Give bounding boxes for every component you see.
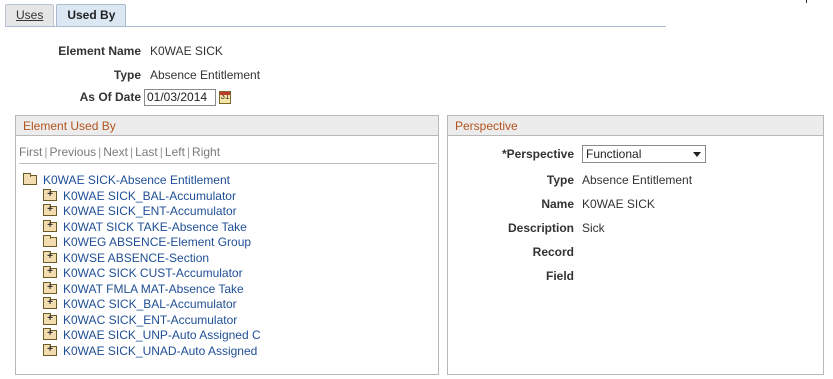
folder-plus-icon[interactable] [43, 265, 57, 278]
folder-plus-icon[interactable] [43, 203, 57, 216]
tree-root[interactable]: K0WAE SICK-Absence Entitlement [23, 172, 230, 187]
perspective-record-label: Record [532, 245, 574, 259]
nav-previous[interactable]: Previous [49, 145, 96, 159]
element-name-row: Element Name K0WAE SICK [0, 43, 223, 59]
nav-left[interactable]: Left [165, 145, 185, 159]
perspective-type-row: Type Absence Entitlement [448, 172, 692, 188]
folder-plus-icon[interactable] [43, 188, 57, 201]
perspective-name-value: K0WAE SICK [582, 197, 655, 211]
perspective-select[interactable]: Functional [582, 145, 706, 163]
chevron-down-icon [693, 152, 701, 157]
folder-open-icon [43, 234, 57, 247]
folder-plus-icon[interactable] [43, 312, 57, 325]
folder-plus-icon[interactable] [43, 281, 57, 294]
tree-child-link[interactable]: K0WAC SICK_ENT-Accumulator [63, 313, 237, 327]
tree-child-link[interactable]: K0WAC SICK_BAL-Accumulator [63, 297, 237, 311]
perspective-panel: Perspective *Perspective Functional Type… [447, 115, 824, 375]
perspective-description-label: Description [507, 221, 574, 235]
tree-child[interactable]: K0WAT FMLA MAT-Absence Take [43, 281, 244, 296]
tab-uses[interactable]: Uses [5, 4, 55, 26]
tree-child-link[interactable]: K0WAT SICK TAKE-Absence Take [63, 220, 247, 234]
tree-child-link[interactable]: K0WAE SICK_ENT-Accumulator [63, 204, 237, 218]
perspective-row: *Perspective Functional [448, 145, 706, 163]
as-of-date-row: As Of Date 31 [0, 88, 231, 106]
perspective-name-label: Name [541, 197, 574, 211]
tree-child-link[interactable]: K0WAE SICK_UNP-Auto Assigned C [63, 328, 261, 342]
nav-next[interactable]: Next [103, 145, 128, 159]
type-row: Type Absence Entitlement [0, 67, 260, 83]
folder-plus-icon[interactable] [43, 296, 57, 309]
tree-child[interactable]: K0WAT SICK TAKE-Absence Take [43, 219, 247, 234]
tree-child[interactable]: K0WAC SICK CUST-Accumulator [43, 265, 243, 280]
perspective-type-label: Type [546, 173, 574, 187]
tree-child-link[interactable]: K0WAE SICK_UNAD-Auto Assigned [63, 344, 257, 358]
tab-bar: Uses Used By [5, 4, 128, 26]
perspective-select-value: Functional [586, 147, 642, 161]
tree-child[interactable]: K0WAE SICK_UNAD-Auto Assigned [43, 343, 257, 358]
perspective-label: *Perspective [501, 147, 574, 161]
element-name-value: K0WAE SICK [150, 44, 223, 58]
folder-plus-icon[interactable] [43, 343, 57, 356]
tree-child-link[interactable]: K0WSE ABSENCE-Section [63, 251, 209, 265]
element-used-by-panel: Element Used By First | Previous | Next | Last… [15, 115, 439, 375]
nav-first[interactable]: First [19, 145, 42, 159]
tree-navigation: First | Previous | Next | Last | Left | Right [19, 145, 221, 159]
perspective-field-row: Field [448, 268, 582, 284]
tree-child[interactable]: K0WAE SICK_ENT-Accumulator [43, 203, 237, 218]
tree-child[interactable]: K0WAE SICK_UNP-Auto Assigned C [43, 327, 261, 342]
tree-child-link[interactable]: K0WAE SICK_BAL-Accumulator [63, 189, 236, 203]
tree-child[interactable]: K0WAC SICK_ENT-Accumulator [43, 312, 237, 327]
perspective-record-row: Record [448, 244, 582, 260]
tree-root-link[interactable]: K0WAE SICK-Absence Entitlement [43, 173, 230, 187]
nav-last[interactable]: Last [135, 145, 158, 159]
element-name-label: Element Name [58, 44, 141, 58]
tree-child[interactable]: K0WAE SICK_BAL-Accumulator [43, 188, 236, 203]
nav-right[interactable]: Right [192, 145, 220, 159]
type-value: Absence Entitlement [150, 68, 261, 82]
perspective-title: Perspective [448, 116, 823, 136]
nav-divider [19, 163, 437, 164]
top-right-tick [806, 0, 807, 3]
folder-plus-icon[interactable] [43, 327, 57, 340]
tree-child[interactable]: K0WSE ABSENCE-Section [43, 250, 209, 265]
tree-child-link[interactable]: K0WAT FMLA MAT-Absence Take [63, 282, 244, 296]
as-of-date-input[interactable] [144, 88, 216, 106]
tree-child-link[interactable]: K0WEG ABSENCE-Element Group [63, 235, 251, 249]
folder-open-icon [23, 172, 37, 185]
tree-child-link[interactable]: K0WAC SICK CUST-Accumulator [63, 266, 243, 280]
calendar-icon[interactable]: 31 [219, 90, 231, 104]
perspective-type-value: Absence Entitlement [582, 173, 693, 187]
tree-child[interactable]: K0WAC SICK_BAL-Accumulator [43, 296, 237, 311]
tab-divider [5, 26, 666, 27]
tab-used-by[interactable]: Used By [56, 4, 127, 26]
as-of-date-label: As Of Date [79, 90, 141, 104]
type-label: Type [113, 68, 141, 82]
perspective-description-row: Description Sick [448, 220, 605, 236]
perspective-name-row: Name K0WAE SICK [448, 196, 655, 212]
folder-plus-icon[interactable] [43, 250, 57, 263]
folder-plus-icon[interactable] [43, 219, 57, 232]
perspective-description-value: Sick [582, 221, 605, 235]
perspective-field-label: Field [545, 269, 574, 283]
panel-title: Element Used By [16, 116, 438, 136]
tree-child[interactable]: K0WEG ABSENCE-Element Group [43, 234, 251, 249]
